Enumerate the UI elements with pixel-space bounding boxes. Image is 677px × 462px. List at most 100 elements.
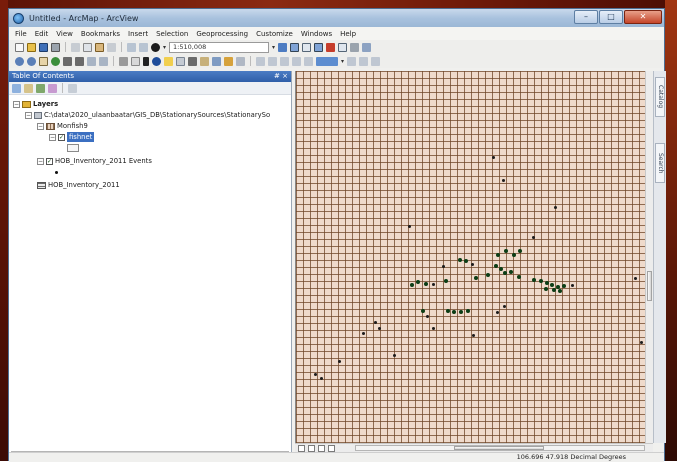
menu-help[interactable]: Help bbox=[340, 30, 356, 38]
list-by-source-icon[interactable] bbox=[24, 83, 33, 93]
search-window-icon[interactable] bbox=[314, 42, 324, 52]
toc-pin-close-icon[interactable]: # × bbox=[274, 71, 288, 82]
layout-tools-icon[interactable] bbox=[268, 56, 277, 66]
font-tool-icon[interactable] bbox=[371, 56, 381, 66]
close-button[interactable]: ✕ bbox=[624, 10, 662, 24]
menu-file[interactable]: File bbox=[15, 30, 27, 38]
zoom-out-icon[interactable] bbox=[27, 56, 36, 66]
menu-edit[interactable]: Edit bbox=[35, 30, 49, 38]
fixed-zoom-out-icon[interactable] bbox=[75, 56, 84, 66]
fishnet-visibility-checkbox[interactable]: ✓ bbox=[58, 133, 65, 141]
layout-view-icon[interactable] bbox=[308, 444, 315, 452]
catalog-window-icon[interactable] bbox=[302, 42, 312, 52]
menu-geoprocessing[interactable]: Geoprocessing bbox=[196, 30, 248, 38]
collapse-icon[interactable]: − bbox=[37, 157, 44, 165]
arctoolbox-icon[interactable] bbox=[326, 42, 336, 52]
data-view-icon[interactable] bbox=[298, 444, 305, 452]
select-elements-pointer-icon[interactable] bbox=[143, 56, 149, 66]
editor-toolbar-icon[interactable] bbox=[278, 42, 288, 52]
menu-bookmarks[interactable]: Bookmarks bbox=[81, 30, 120, 38]
back-extent-icon[interactable] bbox=[87, 56, 96, 66]
tree-row-events[interactable]: − ✓ HOB_Inventory_2011 Events bbox=[37, 156, 152, 166]
pan-hand-icon[interactable] bbox=[39, 56, 48, 66]
copy-icon[interactable] bbox=[83, 42, 92, 52]
add-data-dropdown-icon[interactable]: ▾ bbox=[163, 44, 166, 51]
point-symbol-icon[interactable] bbox=[55, 170, 58, 174]
time-slider-icon[interactable] bbox=[236, 56, 245, 66]
events-visibility-checkbox[interactable]: ✓ bbox=[46, 157, 53, 165]
tree-row-fishnet-symbol[interactable] bbox=[67, 143, 79, 153]
map-vscroll-thumb[interactable] bbox=[647, 271, 652, 301]
options-icon[interactable] bbox=[68, 83, 77, 93]
catalog-tab[interactable]: Catalog bbox=[655, 77, 665, 117]
save-icon[interactable] bbox=[39, 42, 48, 52]
text-tool-icon[interactable] bbox=[359, 56, 369, 66]
identify-icon[interactable] bbox=[152, 56, 161, 66]
georeferencing-icon[interactable] bbox=[256, 56, 265, 66]
list-by-drawing-order-icon[interactable] bbox=[12, 83, 21, 93]
select-features-icon[interactable] bbox=[119, 56, 128, 66]
effects-icon[interactable] bbox=[280, 56, 289, 66]
search-tab[interactable]: Search bbox=[655, 143, 665, 183]
menu-insert[interactable]: Insert bbox=[128, 30, 148, 38]
python-window-icon[interactable] bbox=[338, 42, 348, 52]
fishnet-label[interactable]: fishnet bbox=[67, 132, 95, 142]
menu-view[interactable]: View bbox=[56, 30, 73, 38]
tree-row-layers[interactable]: − Layers bbox=[13, 99, 58, 109]
pause-drawing-icon[interactable] bbox=[328, 444, 335, 452]
map-scale-input[interactable]: 1:510,008 bbox=[169, 41, 270, 53]
collapse-icon[interactable]: − bbox=[13, 100, 20, 108]
draw-tool-icon[interactable] bbox=[347, 56, 357, 66]
table-label[interactable]: HOB_Inventory_2011 bbox=[48, 180, 120, 190]
fishnet-symbol-swatch[interactable] bbox=[67, 144, 79, 152]
new-document-icon[interactable] bbox=[15, 42, 24, 52]
add-data-icon[interactable] bbox=[151, 42, 160, 52]
full-extent-icon[interactable] bbox=[51, 56, 60, 66]
menu-customize[interactable]: Customize bbox=[256, 30, 293, 38]
fixed-zoom-in-icon[interactable] bbox=[63, 56, 72, 66]
color-swatch-icon[interactable] bbox=[316, 56, 338, 66]
table-of-contents-icon[interactable] bbox=[290, 42, 300, 52]
tree-row-fishnet[interactable]: − ✓ fishnet bbox=[49, 132, 95, 142]
find-route-icon[interactable] bbox=[212, 56, 221, 66]
go-to-xy-icon[interactable] bbox=[224, 56, 233, 66]
tree-row-table[interactable]: HOB_Inventory_2011 bbox=[37, 180, 120, 190]
minimize-button[interactable]: – bbox=[574, 10, 598, 24]
menu-windows[interactable]: Windows bbox=[301, 30, 332, 38]
redo-icon[interactable] bbox=[139, 42, 148, 52]
map-hscroll-thumb[interactable] bbox=[454, 446, 544, 450]
modelbuilder-icon[interactable] bbox=[350, 42, 360, 52]
delete-icon[interactable] bbox=[107, 42, 116, 52]
map-vertical-scrollbar[interactable] bbox=[645, 71, 653, 443]
cut-icon[interactable] bbox=[71, 42, 80, 52]
list-by-selection-icon[interactable] bbox=[48, 83, 57, 93]
whats-this-icon[interactable] bbox=[362, 42, 372, 52]
print-icon[interactable] bbox=[51, 42, 60, 52]
tree-row-events-symbol[interactable] bbox=[55, 167, 58, 177]
collapse-icon[interactable]: − bbox=[37, 122, 44, 130]
refresh-icon[interactable] bbox=[318, 444, 325, 452]
events-label[interactable]: HOB_Inventory_2011 Events bbox=[55, 156, 152, 166]
hyperlink-icon[interactable] bbox=[164, 56, 173, 66]
swipe-icon[interactable] bbox=[292, 56, 301, 66]
tree-row-group[interactable]: − Monfish9 bbox=[37, 121, 88, 131]
measure-icon[interactable] bbox=[188, 56, 197, 66]
flicker-icon[interactable] bbox=[304, 56, 313, 66]
collapse-icon[interactable]: − bbox=[25, 111, 32, 119]
tree-row-source-path[interactable]: − C:\data\2020_ulaanbaatar\GIS_DB\Statio… bbox=[25, 110, 270, 120]
zoom-in-icon[interactable] bbox=[15, 56, 24, 66]
html-popup-icon[interactable] bbox=[176, 56, 185, 66]
collapse-icon[interactable]: − bbox=[49, 133, 56, 141]
open-folder-icon[interactable] bbox=[27, 42, 36, 52]
find-icon[interactable] bbox=[200, 56, 209, 66]
scale-dropdown-icon[interactable]: ▾ bbox=[272, 44, 275, 51]
forward-extent-icon[interactable] bbox=[99, 56, 108, 66]
maximize-button[interactable]: □ bbox=[599, 10, 623, 24]
list-by-visibility-icon[interactable] bbox=[36, 83, 45, 93]
paste-icon[interactable] bbox=[95, 42, 104, 52]
map-horizontal-scrollbar[interactable] bbox=[355, 445, 645, 451]
undo-icon[interactable] bbox=[127, 42, 136, 52]
color-dropdown-icon[interactable]: ▾ bbox=[341, 58, 344, 65]
clear-selection-icon[interactable] bbox=[131, 56, 140, 66]
menu-selection[interactable]: Selection bbox=[156, 30, 188, 38]
